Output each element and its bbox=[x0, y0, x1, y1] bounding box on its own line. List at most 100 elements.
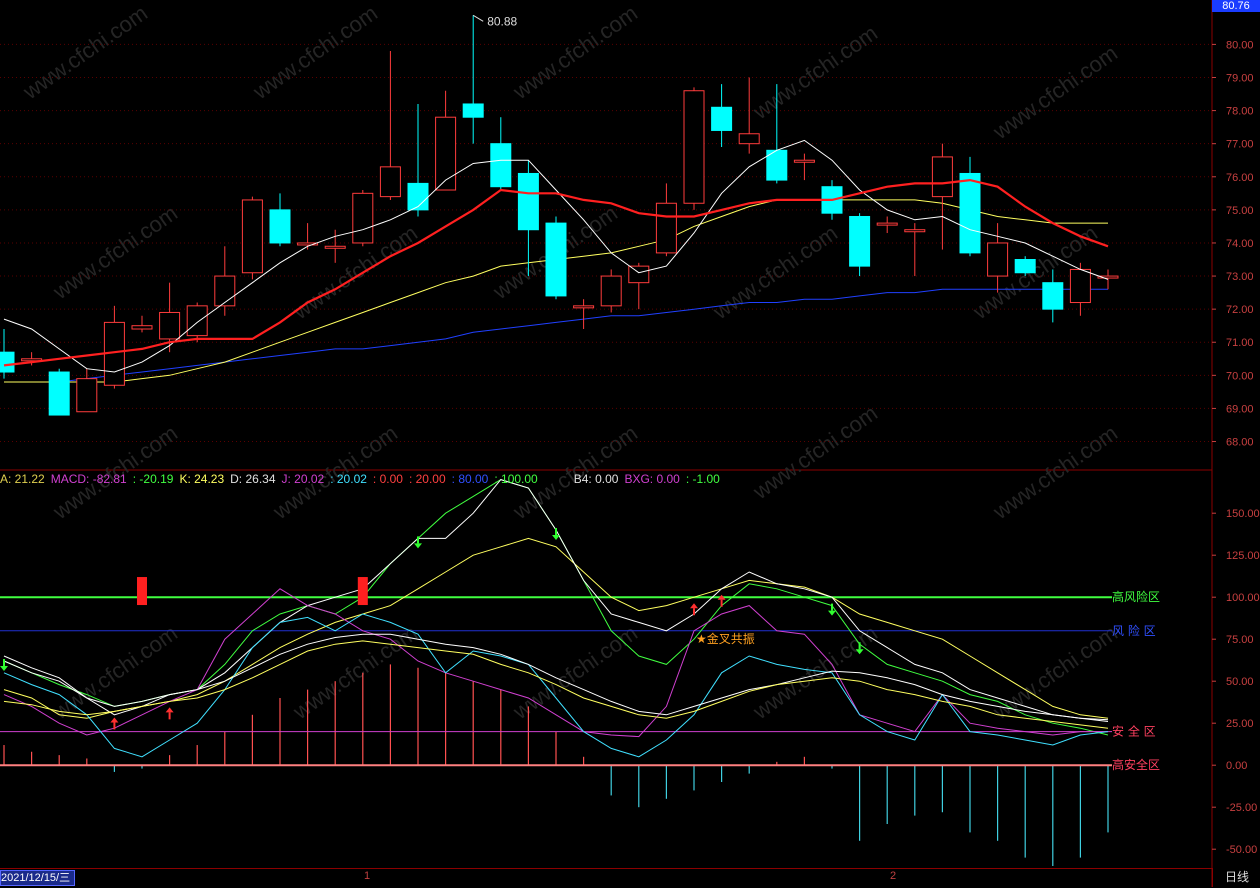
price-tick-label-5: 75.00 bbox=[1226, 205, 1254, 217]
watermark-14: www.cfchi.com bbox=[988, 420, 1122, 524]
indicator-value-4: D: 26.34 bbox=[230, 472, 276, 486]
watermark-19: www.cfchi.com bbox=[988, 620, 1122, 724]
up-arrow-icon-2 bbox=[690, 603, 698, 609]
candle-body-9 bbox=[241, 199, 263, 274]
up-arrow-icon-1 bbox=[165, 707, 174, 713]
osc-tick-label-6: 0.00 bbox=[1226, 760, 1247, 772]
candle-body-23 bbox=[628, 265, 650, 284]
price-tick-label-6: 74.00 bbox=[1226, 238, 1254, 250]
candle-body-21 bbox=[573, 305, 595, 309]
candle-body-37 bbox=[1014, 259, 1036, 274]
osc-tick-label-2: 100.00 bbox=[1226, 592, 1260, 604]
high-marker-line bbox=[472, 14, 484, 22]
indicator-value-1: MACD: -82.81 bbox=[50, 472, 127, 486]
candle-body-31 bbox=[849, 215, 871, 267]
candle-body-27 bbox=[738, 133, 760, 145]
candle-body-10 bbox=[269, 209, 291, 244]
candle-body-14 bbox=[379, 166, 401, 198]
price-tick-label-0: 80.00 bbox=[1226, 39, 1254, 51]
watermark-8: www.cfchi.com bbox=[708, 220, 842, 324]
candle-body-24 bbox=[655, 202, 677, 254]
zone-risk-label: 风 险 区 bbox=[1112, 623, 1156, 638]
candle-body-25 bbox=[683, 90, 705, 204]
zone-high-safe-label: 高安全区 bbox=[1112, 757, 1160, 772]
price-tick-label-10: 70.00 bbox=[1226, 370, 1254, 382]
price-tick-label-1: 79.00 bbox=[1226, 72, 1254, 84]
candle-body-38 bbox=[1042, 282, 1064, 310]
candle-body-8 bbox=[214, 275, 236, 307]
watermark-18: www.cfchi.com bbox=[748, 620, 882, 724]
indicator-value-11: B4: 0.00 bbox=[573, 472, 619, 486]
osc-tick-label-8: -50.00 bbox=[1226, 844, 1257, 856]
watermark-1: www.cfchi.com bbox=[248, 0, 382, 104]
up-arrow-icon-0 bbox=[110, 717, 119, 723]
watermark-5: www.cfchi.com bbox=[48, 200, 182, 304]
indicator-readout-bar: A: 21.22 MACD: -82.81 : -20.19 K: 24.23 D: 2… bbox=[0, 472, 726, 486]
watermark-4: www.cfchi.com bbox=[988, 40, 1122, 144]
candle-body-6 bbox=[159, 311, 181, 340]
red-signal-1 bbox=[357, 577, 368, 606]
candle-body-3 bbox=[76, 378, 98, 413]
down-arrow-icon-3 bbox=[828, 610, 836, 616]
price-tick-label-3: 77.00 bbox=[1226, 139, 1254, 151]
osc-tick-label-1: 125.00 bbox=[1226, 550, 1260, 562]
red-signal-0 bbox=[137, 577, 147, 606]
osc-tick-label-0: 150.00 bbox=[1226, 508, 1260, 520]
watermark-13: www.cfchi.com bbox=[748, 400, 882, 504]
price-tick-label-11: 69.00 bbox=[1226, 403, 1254, 415]
watermark-15: www.cfchi.com bbox=[48, 620, 182, 724]
candle-body-16 bbox=[435, 116, 457, 191]
down-arrow-icon-1 bbox=[414, 543, 422, 549]
high-marker-label: 80.88 bbox=[487, 14, 517, 28]
zone-high-risk-label: 高风险区 bbox=[1112, 589, 1160, 604]
candle-body-5 bbox=[131, 325, 153, 330]
cursor-date-box: 2021/12/15/三 bbox=[0, 870, 76, 886]
price-tick-label-4: 76.00 bbox=[1226, 172, 1254, 184]
down-arrow-icon-0 bbox=[0, 666, 8, 672]
down-arrow-icon-2 bbox=[552, 535, 560, 540]
candle-body-19 bbox=[517, 172, 539, 231]
watermark-0: www.cfchi.com bbox=[18, 0, 152, 104]
indicator-value-6: : 20.02 bbox=[330, 472, 367, 486]
candle-body-7 bbox=[186, 305, 208, 337]
indicator-value-7: : 0.00 bbox=[372, 472, 403, 486]
watermark-2: www.cfchi.com bbox=[508, 0, 642, 104]
indicator-value-0: A: 21.22 bbox=[0, 472, 45, 486]
indicator-value-5: J: 20.02 bbox=[281, 472, 325, 486]
candle-body-2 bbox=[48, 371, 70, 416]
osc-tick-label-7: -25.00 bbox=[1226, 802, 1257, 814]
candle-body-15 bbox=[407, 182, 429, 211]
indicator-value-3: K: 24.23 bbox=[179, 472, 225, 486]
zone-safe-label: 安 全 区 bbox=[1112, 724, 1156, 739]
candle-body-20 bbox=[545, 222, 567, 297]
month-marker-2: 2 bbox=[890, 870, 897, 882]
month-marker-1: 1 bbox=[364, 870, 371, 882]
indicator-value-8: : 20.00 bbox=[408, 472, 446, 486]
candle-body-0 bbox=[0, 351, 15, 373]
osc-tick-label-5: 25.00 bbox=[1226, 718, 1254, 730]
candle-body-39 bbox=[1069, 268, 1091, 304]
price-tick-label-2: 78.00 bbox=[1226, 106, 1254, 118]
candle-body-33 bbox=[904, 229, 926, 233]
candle-body-35 bbox=[959, 172, 981, 254]
candle-body-29 bbox=[793, 159, 815, 163]
indicator-value-2: : -20.19 bbox=[132, 472, 174, 486]
watermark-3: www.cfchi.com bbox=[748, 20, 882, 124]
period-button[interactable]: 日线 bbox=[1212, 868, 1260, 887]
price-tick-label-9: 71.00 bbox=[1226, 337, 1254, 349]
candle-body-12 bbox=[324, 245, 346, 249]
price-tick-label-7: 73.00 bbox=[1226, 271, 1254, 283]
time-axis bbox=[0, 868, 1212, 888]
indicator-value-13: : -1.00 bbox=[685, 472, 720, 486]
golden-cross-label: ★金叉共振 bbox=[696, 631, 755, 646]
candle-body-36 bbox=[987, 242, 1009, 277]
candle-body-13 bbox=[352, 192, 374, 244]
candle-body-18 bbox=[490, 143, 512, 188]
stock-chart[interactable]: www.cfchi.com www.cfchi.com www.cfchi.com w… bbox=[0, 0, 1260, 887]
candle-body-22 bbox=[600, 275, 622, 307]
price-tick-label-8: 72.00 bbox=[1226, 304, 1254, 316]
price-tick-label-12: 68.00 bbox=[1226, 437, 1254, 449]
indicator-value-9: : 80.00 bbox=[451, 472, 489, 486]
candle-body-26 bbox=[711, 106, 733, 131]
candle-body-32 bbox=[876, 222, 898, 226]
